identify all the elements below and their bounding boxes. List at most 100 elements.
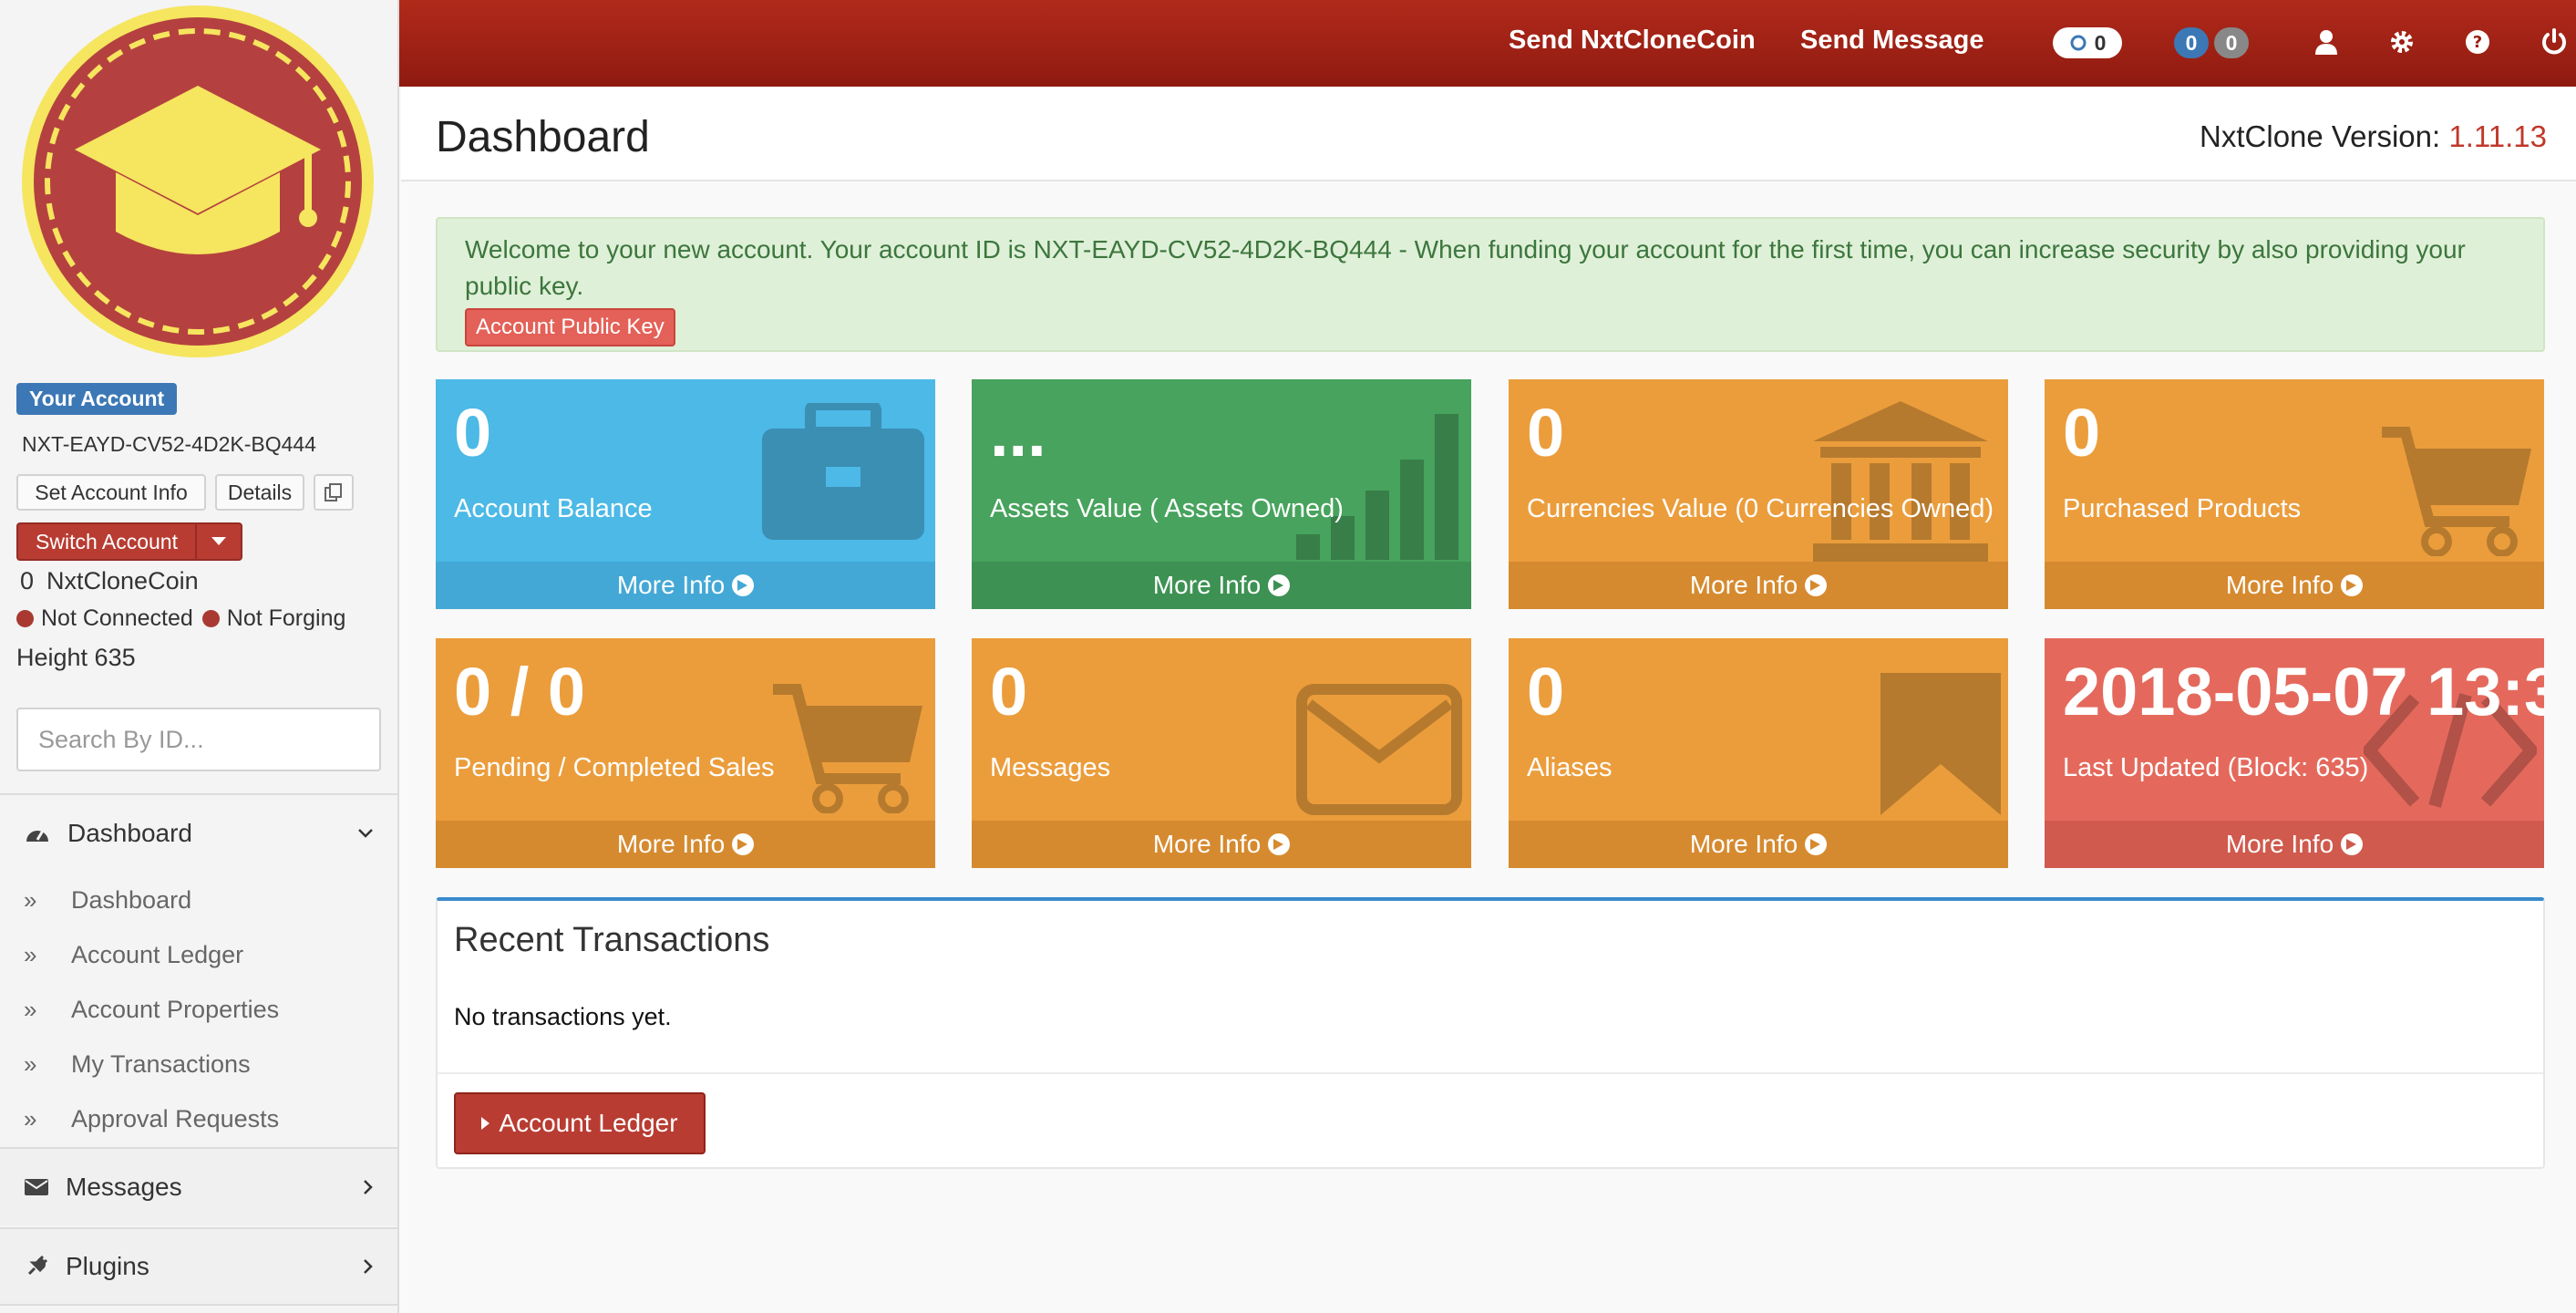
balance-amount: 0	[20, 567, 35, 594]
gray-counter-pill[interactable]: 0	[2214, 27, 2249, 58]
connection-status-dot	[16, 610, 34, 627]
sidebar-item-label: My Transactions	[71, 1050, 251, 1078]
sidebar-item-label: Account Ledger	[71, 941, 244, 968]
sidebar-item-account-properties[interactable]: » Account Properties	[24, 996, 279, 1024]
version-info: NxtClone Version: 1.11.13	[2200, 119, 2547, 154]
content-header: Dashboard NxtClone Version: 1.11.13	[401, 87, 2576, 181]
arrow-circle-right-icon	[1268, 574, 1291, 596]
plug-icon	[27, 1255, 48, 1276]
forging-status: Not Forging	[226, 605, 346, 631]
sidebar-item-my-transactions[interactable]: » My Transactions	[24, 1050, 251, 1079]
more-info-link[interactable]: More Info	[436, 821, 935, 868]
welcome-alert-text: Welcome to your new account. Your accoun…	[465, 235, 2466, 300]
more-info-link[interactable]: More Info	[972, 562, 1471, 609]
user-icon[interactable]	[2312, 27, 2341, 57]
gear-icon[interactable]	[2387, 27, 2416, 57]
set-account-info-button[interactable]: Set Account Info	[16, 474, 206, 511]
more-info-link[interactable]: More Info	[1509, 821, 2008, 868]
connection-status: Not Connected	[41, 605, 193, 631]
tile-value: 0	[454, 395, 492, 470]
copy-account-button[interactable]	[314, 474, 354, 511]
details-button[interactable]: Details	[215, 474, 304, 511]
send-coin-link[interactable]: Send NxtCloneCoin	[1509, 26, 1756, 56]
arrow-circle-right-icon	[1805, 574, 1828, 596]
welcome-alert: Welcome to your new account. Your accoun…	[436, 217, 2545, 352]
arrow-circle-right-icon	[1805, 833, 1828, 855]
more-info-link[interactable]: More Info	[972, 821, 1471, 868]
double-chevron-icon: »	[24, 1105, 37, 1132]
tile-caption: Last Updated (Block: 635)	[2063, 753, 2369, 782]
arrow-circle-right-icon	[1268, 833, 1291, 855]
transactions-counter-pill[interactable]: 0	[2053, 27, 2122, 58]
sidebar: Your Account NXT-EAYD-CV52-4D2K-BQ444 Se…	[0, 0, 399, 1313]
power-icon[interactable]	[2540, 27, 2569, 57]
tile-value: ...	[990, 395, 1046, 470]
sidebar-item-label: Approval Requests	[71, 1105, 280, 1132]
sidebar-item-approval-requests[interactable]: » Approval Requests	[24, 1105, 279, 1133]
more-info-link[interactable]: More Info	[2045, 562, 2544, 609]
nav-section-dashboard[interactable]: Dashboard	[0, 793, 397, 872]
nav-section-plugins[interactable]: Plugins	[0, 1227, 397, 1306]
tile-value: 0	[1527, 654, 1565, 729]
graduation-cap-logo	[22, 5, 374, 357]
switch-account-label[interactable]: Switch Account	[18, 524, 197, 559]
tile-caption: Pending / Completed Sales	[454, 753, 775, 782]
tile-value: 0	[2063, 395, 2101, 470]
sidebar-item-label: Account Properties	[71, 996, 280, 1023]
coin-name: NxtCloneCoin	[46, 567, 199, 594]
envelope-icon	[1296, 684, 1462, 815]
shopping-cart-icon	[773, 684, 922, 813]
switch-account-dropdown[interactable]	[197, 524, 241, 559]
caret-down-icon	[211, 537, 226, 545]
double-chevron-icon: »	[24, 996, 37, 1023]
your-account-badge: Your Account	[16, 383, 178, 415]
tile-value: 0	[990, 654, 1028, 729]
more-info-label: More Info	[2225, 830, 2334, 858]
tile-caption: Account Balance	[454, 494, 653, 523]
tile-caption: Messages	[990, 753, 1111, 782]
nav-section-messages[interactable]: Messages	[0, 1147, 397, 1225]
more-info-link[interactable]: More Info	[1509, 562, 2008, 609]
tile-caption: Currencies Value (0 Currencies Owned)	[1527, 494, 1994, 523]
arrow-circle-right-icon	[2341, 833, 2364, 855]
bank-icon	[1813, 401, 1988, 562]
tile-caption: Assets Value ( Assets Owned)	[990, 494, 1344, 523]
search-box	[16, 708, 381, 771]
tile-last-updated: 2018-05-07 13:3 Last Updated (Block: 635…	[2045, 638, 2544, 868]
bar-chart-icon	[1296, 414, 1458, 560]
double-chevron-icon: »	[24, 1050, 37, 1078]
copy-icon	[325, 483, 342, 501]
more-info-label: More Info	[1152, 830, 1262, 858]
sidebar-item-dashboard[interactable]: » Dashboard	[24, 886, 191, 915]
nav-section-label: Messages	[66, 1173, 182, 1201]
send-message-link[interactable]: Send Message	[1800, 26, 1984, 56]
tile-pending-completed-sales: 0 / 0 Pending / Completed Sales More Inf…	[436, 638, 935, 868]
more-info-link[interactable]: More Info	[2045, 821, 2544, 868]
no-transactions-text: No transactions yet.	[454, 1003, 672, 1030]
more-info-link[interactable]: More Info	[436, 562, 935, 609]
account-public-key-button[interactable]: Account Public Key	[465, 308, 675, 346]
arrow-circle-right-icon	[2341, 574, 2364, 596]
more-info-label: More Info	[1689, 830, 1798, 858]
circle-icon	[2070, 35, 2087, 51]
question-icon[interactable]: ?	[2463, 27, 2492, 57]
tile-currencies-value: 0 Currencies Value (0 Currencies Owned) …	[1509, 379, 2008, 609]
balance-line: 0 NxtCloneCoin	[20, 567, 211, 595]
sidebar-item-label: Dashboard	[71, 886, 192, 914]
forging-status-dot	[201, 610, 220, 627]
double-chevron-icon: »	[24, 941, 37, 968]
sidebar-item-account-ledger[interactable]: » Account Ledger	[24, 941, 243, 969]
bookmark-icon	[1880, 673, 2001, 815]
recent-transactions-panel: Recent Transactions No transactions yet.…	[436, 897, 2545, 1169]
envelope-icon	[25, 1179, 48, 1195]
search-input[interactable]	[38, 725, 361, 754]
switch-account-button[interactable]: Switch Account	[16, 522, 242, 561]
recent-transactions-title: Recent Transactions	[454, 921, 770, 959]
account-ledger-button[interactable]: Account Ledger	[454, 1092, 706, 1154]
tile-account-balance: 0 Account Balance More Info	[436, 379, 935, 609]
blue-counter-pill[interactable]: 0	[2174, 27, 2209, 58]
chevron-down-icon	[358, 829, 373, 838]
more-info-label: More Info	[1152, 571, 1262, 599]
top-navbar: Send NxtCloneCoin Send Message 0 0 0 ?	[399, 0, 2576, 87]
tile-value: 0	[1527, 395, 1565, 470]
